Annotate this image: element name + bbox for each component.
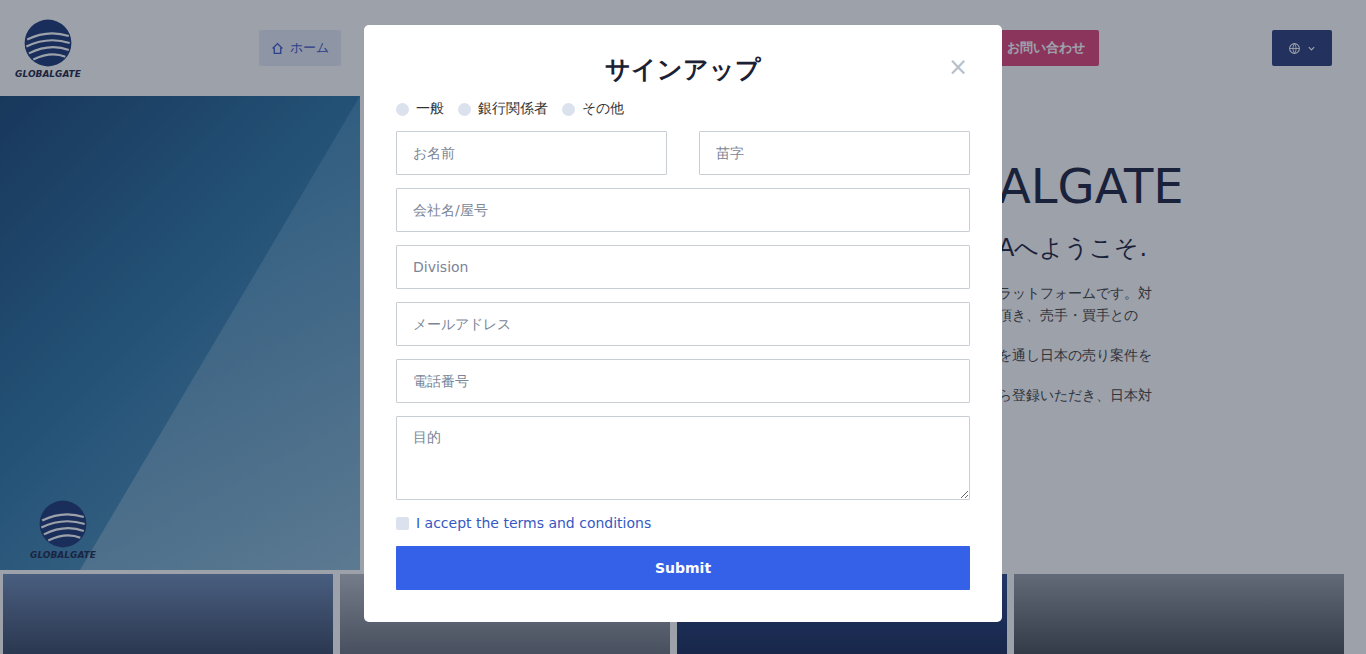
signup-modal: サインアップ × 一般銀行関係者その他 I accept the terms and … <box>364 25 1002 622</box>
submit-button[interactable]: Submit <box>396 546 970 590</box>
text-input[interactable] <box>396 302 970 346</box>
page: GLOBALGATE ホームお問い合わせGLOBALGATEALGATEAへよう… <box>0 0 1366 654</box>
name-input[interactable] <box>396 131 667 175</box>
role-radio-group: 一般銀行関係者その他 <box>396 100 970 118</box>
modal-title: サインアップ <box>605 51 761 89</box>
text-input[interactable] <box>396 359 970 403</box>
terms-checkbox[interactable]: I accept the terms and conditions <box>396 515 970 531</box>
name-input[interactable] <box>699 131 970 175</box>
close-button[interactable]: × <box>948 53 968 81</box>
radio-circle[interactable] <box>458 103 471 116</box>
radio-circle[interactable] <box>396 103 409 116</box>
checkbox-box[interactable] <box>396 517 409 530</box>
text-input[interactable] <box>396 188 970 232</box>
role-radio[interactable]: その他 <box>562 100 624 118</box>
text-input[interactable] <box>396 245 970 289</box>
purpose-textarea[interactable] <box>396 416 970 500</box>
role-radio[interactable]: 一般 <box>396 100 444 118</box>
role-radio[interactable]: 銀行関係者 <box>458 100 548 118</box>
radio-circle[interactable] <box>562 103 575 116</box>
